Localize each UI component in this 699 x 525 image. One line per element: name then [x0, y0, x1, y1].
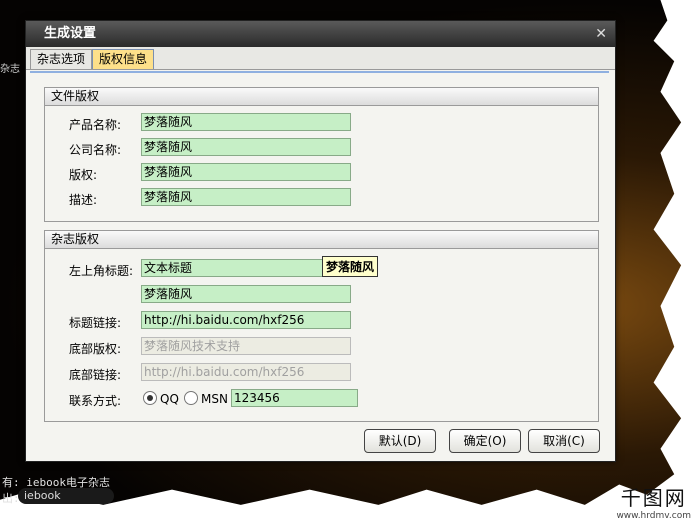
msn-radio[interactable] — [184, 391, 198, 405]
iebook-logo: iebook — [18, 488, 114, 504]
tooltip: 梦落随风 — [322, 256, 379, 277]
watermark-url: www.hrdmv.com — [616, 511, 691, 521]
watermark: 千图网 www.hrdmv.com — [616, 482, 691, 521]
contact-label: 联系方式: — [69, 394, 122, 408]
title-text-field[interactable]: 梦落随风 — [141, 285, 351, 303]
top-left-title-field[interactable]: 文本标题 — [141, 259, 351, 277]
tab-bar: 杂志选项 版权信息 — [26, 47, 615, 70]
footer-copyright-field[interactable]: 梦落随风技术支持 — [141, 337, 351, 355]
company-name-label: 公司名称: — [69, 143, 122, 157]
ok-button[interactable]: 确定(O) — [449, 429, 521, 453]
default-button[interactable]: 默认(D) — [364, 429, 436, 453]
description-label: 描述: — [69, 193, 98, 207]
cancel-button[interactable]: 取消(C) — [528, 429, 600, 453]
close-icon[interactable]: ✕ — [595, 21, 607, 47]
title-link-label: 标题链接: — [69, 316, 122, 330]
magazine-copyright-title: 杂志版权 — [45, 231, 598, 249]
tab-content: 文件版权 产品名称: 梦落随风 公司名称: 梦落随风 版权: 梦落随风 描述: … — [30, 71, 609, 423]
file-copyright-title: 文件版权 — [45, 88, 598, 106]
product-name-field[interactable]: 梦落随风 — [141, 113, 351, 131]
top-left-title-label: 左上角标题: — [69, 264, 134, 278]
title-link-field[interactable]: http://hi.baidu.com/hxf256 — [141, 311, 351, 329]
company-name-field[interactable]: 梦落随风 — [141, 138, 351, 156]
footer-link-field[interactable]: http://hi.baidu.com/hxf256 — [141, 363, 351, 381]
dialog-title: 生成设置 — [44, 26, 97, 41]
footer-copyright-label: 底部版权: — [69, 342, 122, 356]
dialog-titlebar[interactable]: 生成设置 ✕ — [26, 21, 615, 47]
contact-number-field[interactable]: 123456 — [231, 389, 358, 407]
tab-magazine-options[interactable]: 杂志选项 — [30, 49, 93, 69]
product-name-label: 产品名称: — [69, 118, 122, 132]
copyright-label: 版权: — [69, 168, 98, 182]
background-text-line2: 出: — [2, 492, 20, 505]
qq-radio[interactable] — [143, 391, 157, 405]
watermark-site: 千图网 — [620, 486, 687, 510]
tab-copyright-info[interactable]: 版权信息 — [92, 49, 155, 69]
qq-radio-label[interactable]: QQ — [160, 392, 179, 406]
magazine-copyright-group: 杂志版权 左上角标题: 文本标题 梦落随风 梦落随风 标题链接: http://… — [44, 230, 599, 422]
copyright-field[interactable]: 梦落随风 — [141, 163, 351, 181]
generate-settings-dialog: 生成设置 ✕ 杂志选项 版权信息 文件版权 产品名称: 梦落随风 公司名称: 梦… — [25, 20, 616, 462]
background-side-text: 杂志 — [0, 64, 20, 75]
msn-radio-label[interactable]: MSN — [201, 392, 228, 406]
contact-row: 联系方式: QQ MSN 123456 — [69, 389, 389, 409]
footer-link-label: 底部链接: — [69, 368, 122, 382]
file-copyright-group: 文件版权 产品名称: 梦落随风 公司名称: 梦落随风 版权: 梦落随风 描述: … — [44, 87, 599, 222]
description-field[interactable]: 梦落随风 — [141, 188, 351, 206]
